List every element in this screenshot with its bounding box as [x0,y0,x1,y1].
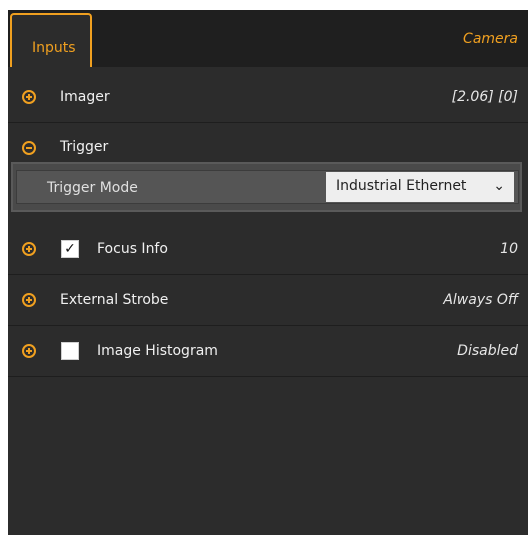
expand-plus-icon[interactable] [22,90,36,104]
trigger-mode-select[interactable]: Industrial Ethernet ⌄ [326,172,514,202]
tab-camera[interactable]: Camera [463,31,518,47]
image-histogram-row[interactable]: Image Histogram Disabled [8,326,528,377]
trigger-mode-row: Trigger Mode Industrial Ethernet ⌄ [16,170,519,204]
image-histogram-value: Disabled [457,343,518,359]
tab-inputs-label: Inputs [32,40,76,56]
trigger-label: Trigger [60,139,109,155]
image-histogram-label: Image Histogram [97,343,218,359]
imager-value: [2.06] [0] [451,89,518,105]
collapse-minus-icon[interactable] [22,141,36,155]
focus-info-checkbox[interactable]: ✓ [61,240,79,258]
chevron-down-icon[interactable]: ⌄ [493,178,505,194]
focus-info-label: Focus Info [97,241,168,257]
imager-row[interactable]: Imager [2.06] [0] [8,72,528,123]
expand-plus-icon[interactable] [22,293,36,307]
external-strobe-row[interactable]: External Strobe Always Off [8,275,528,326]
trigger-mode-value: Industrial Ethernet [336,178,467,194]
trigger-row[interactable]: Trigger [8,123,528,163]
tab-inputs[interactable]: Inputs [10,13,92,67]
inputs-panel: Inputs Camera Imager [2.06] [0] Trigger … [8,10,528,535]
trigger-mode-panel: Trigger Mode Industrial Ethernet ⌄ [11,162,522,212]
image-histogram-checkbox[interactable] [61,342,79,360]
focus-info-row[interactable]: ✓ Focus Info 10 [8,224,528,275]
expand-plus-icon[interactable] [22,242,36,256]
imager-label: Imager [60,89,110,105]
external-strobe-label: External Strobe [60,292,169,308]
trigger-mode-label: Trigger Mode [47,180,138,196]
tab-bar: Inputs Camera [8,10,528,67]
external-strobe-value: Always Off [443,292,518,308]
focus-info-value: 10 [500,241,518,257]
expand-plus-icon[interactable] [22,344,36,358]
